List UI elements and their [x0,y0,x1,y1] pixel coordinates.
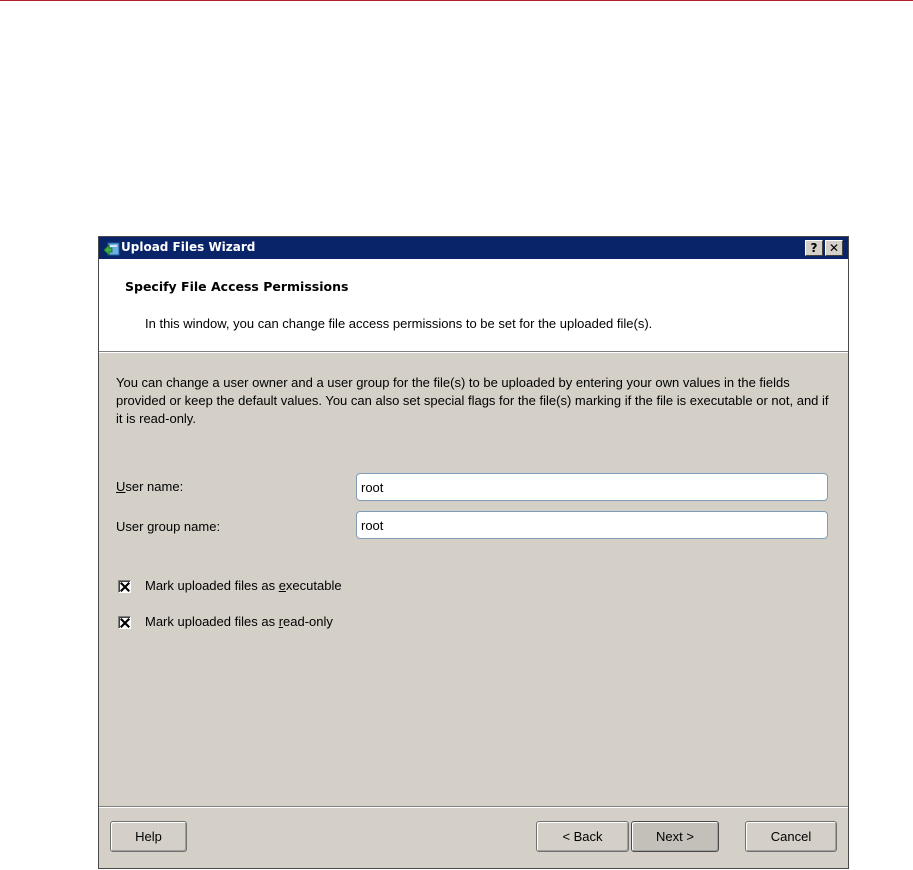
read-only-label-text: ead-only [283,614,333,629]
back-button[interactable]: < Back [536,821,629,852]
user-name-label: User name: [116,479,183,494]
footer-divider-highlight [99,807,848,808]
user-group-label-pre: User [116,519,148,534]
window-title: Upload Files Wizard [121,240,256,254]
close-icon[interactable]: ✕ [825,240,843,256]
upload-files-wizard-dialog: Upload Files Wizard ? ✕ Specify File Acc… [98,236,849,869]
read-only-label: Mark uploaded files as read-only [145,614,333,629]
executable-checkbox[interactable] [118,580,131,593]
user-name-mnemonic: U [116,479,126,494]
next-button[interactable]: Next > [631,821,719,852]
executable-label: Mark uploaded files as executable [145,578,342,593]
read-only-label-pre: Mark uploaded files as [145,614,279,629]
top-rule [0,0,913,1]
cancel-button[interactable]: Cancel [745,821,837,852]
help-icon[interactable]: ? [805,240,823,256]
help-button[interactable]: Help [110,821,187,852]
user-name-input[interactable] [356,473,828,501]
wizard-header: Specify File Access Permissions In this … [99,259,848,352]
page-subtitle: In this window, you can change file acce… [145,316,653,331]
user-group-label: User group name: [116,519,220,534]
read-only-checkbox[interactable] [118,616,131,629]
title-bar[interactable]: Upload Files Wizard ? ✕ [99,237,848,259]
executable-label-pre: Mark uploaded files as [145,578,279,593]
page-title: Specify File Access Permissions [125,279,349,294]
header-divider [99,352,848,353]
check-x-icon [120,582,130,592]
check-x-icon [120,618,130,628]
executable-mnemonic: e [278,578,286,593]
description-text: You can change a user owner and a user g… [116,375,829,426]
upload-files-icon [103,240,120,256]
user-name-label-text: ser name: [125,479,184,494]
user-group-input[interactable] [356,511,828,539]
executable-label-text: xecutable [285,578,342,593]
user-group-label-text: roup name: [154,519,221,534]
